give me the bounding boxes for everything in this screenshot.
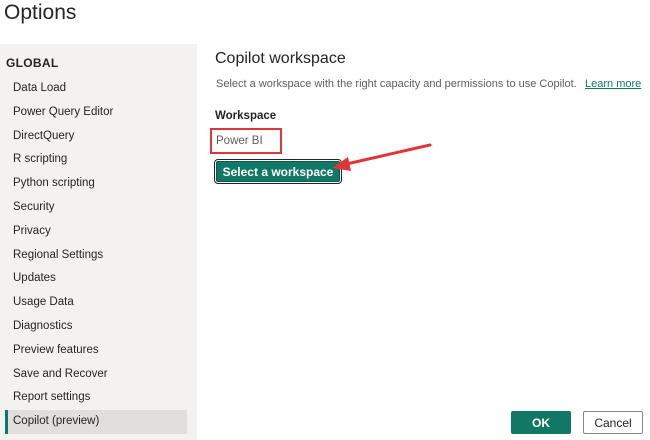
annotation-arrow-icon: [332, 143, 432, 171]
window-title: Options: [4, 1, 77, 24]
sidebar-item-preview-features[interactable]: Preview features: [5, 339, 187, 363]
sidebar-item-diagnostics[interactable]: Diagnostics: [5, 315, 187, 339]
workspace-label: Workspace: [215, 110, 277, 122]
sidebar-item-power-query-editor[interactable]: Power Query Editor: [5, 101, 187, 125]
learn-more-link[interactable]: Learn more: [585, 78, 641, 90]
sidebar-list: Data Load Power Query Editor DirectQuery…: [5, 77, 187, 434]
workspace-value: Power BI: [210, 128, 282, 154]
sidebar-item-report-settings[interactable]: Report settings: [5, 386, 187, 410]
cancel-button[interactable]: Cancel: [583, 411, 643, 434]
section-title: Copilot workspace: [215, 50, 346, 67]
sidebar-item-privacy[interactable]: Privacy: [5, 220, 187, 244]
sidebar-heading: GLOBAL: [6, 56, 59, 70]
sidebar-item-updates[interactable]: Updates: [5, 267, 187, 291]
sidebar-item-save-and-recover[interactable]: Save and Recover: [5, 363, 187, 387]
ok-button[interactable]: OK: [511, 411, 571, 434]
sidebar-item-copilot-preview[interactable]: Copilot (preview): [5, 410, 187, 434]
sidebar: GLOBAL Data Load Power Query Editor Dire…: [0, 44, 197, 440]
sidebar-item-data-load[interactable]: Data Load: [5, 77, 187, 101]
sidebar-item-regional-settings[interactable]: Regional Settings: [5, 244, 187, 268]
select-workspace-button[interactable]: Select a workspace: [214, 159, 342, 184]
sidebar-item-usage-data[interactable]: Usage Data: [5, 291, 187, 315]
section-description: Select a workspace with the right capaci…: [216, 78, 577, 90]
sidebar-item-directquery[interactable]: DirectQuery: [5, 125, 187, 149]
sidebar-item-r-scripting[interactable]: R scripting: [5, 148, 187, 172]
sidebar-item-python-scripting[interactable]: Python scripting: [5, 172, 187, 196]
sidebar-item-security[interactable]: Security: [5, 196, 187, 220]
